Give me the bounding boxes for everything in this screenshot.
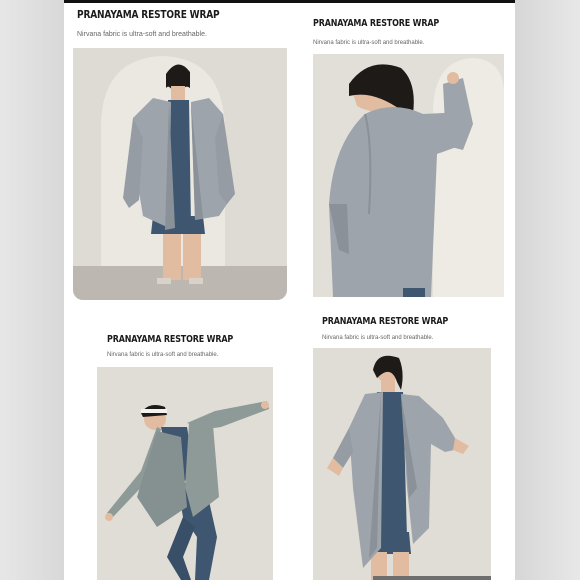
product-image[interactable] <box>97 367 273 580</box>
product-card[interactable]: PRANAYAMA RESTORE WRAP Nirvana fabric is… <box>97 330 273 580</box>
product-card[interactable]: PRANAYAMA RESTORE WRAP Nirvana fabric is… <box>311 312 507 580</box>
top-border <box>64 0 515 3</box>
product-title[interactable]: PRANAYAMA RESTORE WRAP <box>107 334 233 345</box>
product-card[interactable]: PRANAYAMA RESTORE WRAP Nirvana fabric is… <box>313 14 505 298</box>
product-image[interactable] <box>313 348 491 580</box>
product-image[interactable] <box>313 54 504 297</box>
background-right-margin <box>515 0 580 580</box>
product-card[interactable]: PRANAYAMA RESTORE WRAP Nirvana fabric is… <box>73 4 287 300</box>
product-photo-back <box>313 54 504 297</box>
product-photo-stretch <box>97 367 273 580</box>
product-page: PRANAYAMA RESTORE WRAP Nirvana fabric is… <box>64 0 515 580</box>
product-photo-front <box>73 48 287 300</box>
background-left-margin <box>0 0 64 580</box>
product-title[interactable]: PRANAYAMA RESTORE WRAP <box>313 18 439 29</box>
product-subtitle: Nirvana fabric is ultra-soft and breatha… <box>107 352 219 358</box>
product-image[interactable] <box>73 48 287 300</box>
product-subtitle: Nirvana fabric is ultra-soft and breatha… <box>322 335 434 341</box>
product-subtitle: Nirvana fabric is ultra-soft and breatha… <box>313 40 425 46</box>
product-photo-hands-on-hips <box>313 348 491 580</box>
product-title[interactable]: PRANAYAMA RESTORE WRAP <box>322 316 448 327</box>
product-title[interactable]: PRANAYAMA RESTORE WRAP <box>77 8 220 21</box>
product-subtitle: Nirvana fabric is ultra-soft and breatha… <box>77 31 207 38</box>
